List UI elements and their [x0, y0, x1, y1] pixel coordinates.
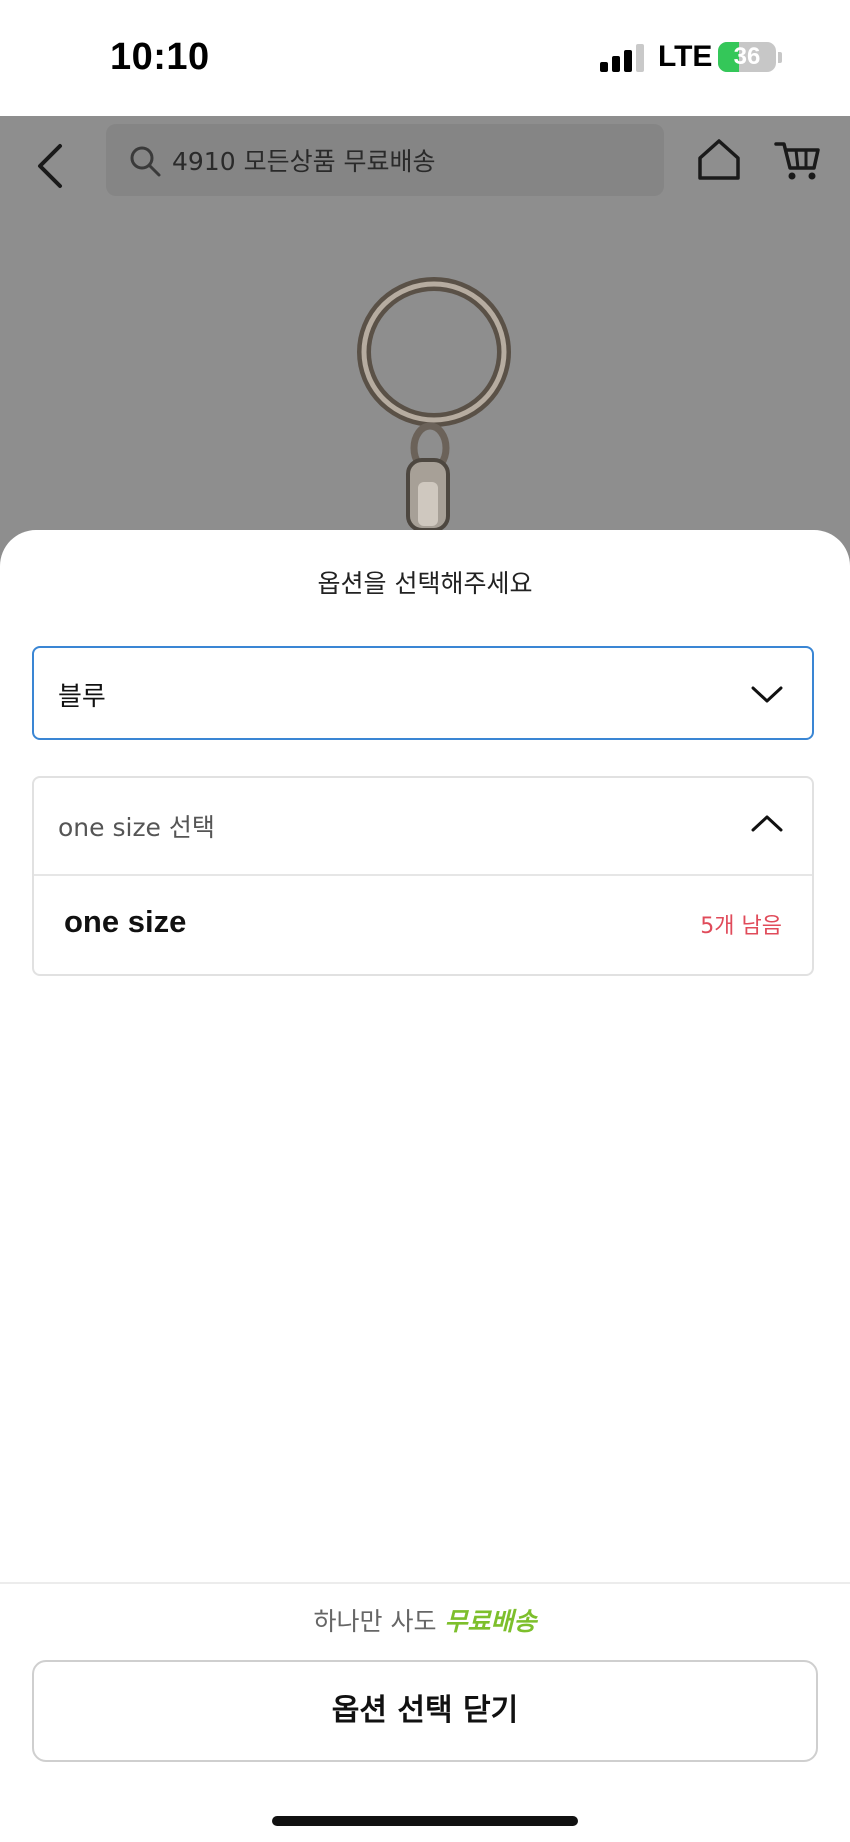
- network-label: LTE: [658, 40, 713, 73]
- option-bottom-sheet: 옵션을 선택해주세요 블루 one size 선택 one size 5개 남음: [0, 530, 850, 1842]
- search-icon: [130, 146, 161, 177]
- footer-divider: [0, 1582, 850, 1584]
- cart-icon[interactable]: [774, 138, 820, 182]
- size-option-one-size[interactable]: one size 5개 남음: [34, 876, 812, 974]
- size-select-label: one size 선택: [58, 813, 215, 842]
- app-screen: 10:10 LTE 36 4910 모든상품 무료배송 옵션을 선택해주세요 블…: [0, 0, 850, 1842]
- color-select-value: 블루: [58, 682, 106, 712]
- status-bar: 10:10 LTE 36: [0, 0, 850, 116]
- size-select-header[interactable]: one size 선택: [34, 778, 812, 876]
- color-select[interactable]: 블루: [32, 646, 814, 740]
- stock-remaining-label: 5개 남음: [700, 914, 782, 939]
- sheet-title: 옵션을 선택해주세요: [317, 569, 533, 598]
- battery-cap: [778, 52, 782, 63]
- status-time: 10:10: [110, 36, 210, 78]
- home-icon[interactable]: [696, 136, 742, 182]
- battery-icon: 36: [718, 42, 776, 72]
- chevron-down-icon: [751, 686, 783, 703]
- chevron-up-icon: [751, 815, 783, 832]
- close-options-button[interactable]: 옵션 선택 닫기: [32, 1660, 818, 1762]
- battery-level: 36: [733, 43, 761, 70]
- size-option-name: one size: [64, 904, 187, 939]
- page-backdrop[interactable]: 4910 모든상품 무료배송: [0, 116, 850, 576]
- home-indicator: [272, 1816, 578, 1826]
- promo-prefix: 하나만 사도: [313, 1607, 437, 1636]
- search-text: 4910 모든상품 무료배송: [172, 147, 436, 176]
- signal-strength-icon: [600, 44, 644, 72]
- promo-free-shipping: 무료배송: [444, 1607, 537, 1636]
- size-select-panel: one size 선택 one size 5개 남음: [32, 776, 814, 976]
- product-keyring-image: [357, 277, 511, 576]
- search-input[interactable]: 4910 모든상품 무료배송: [106, 124, 664, 196]
- free-shipping-promo: 하나만 사도 무료배송: [0, 1602, 850, 1638]
- back-arrow-icon[interactable]: [32, 140, 72, 192]
